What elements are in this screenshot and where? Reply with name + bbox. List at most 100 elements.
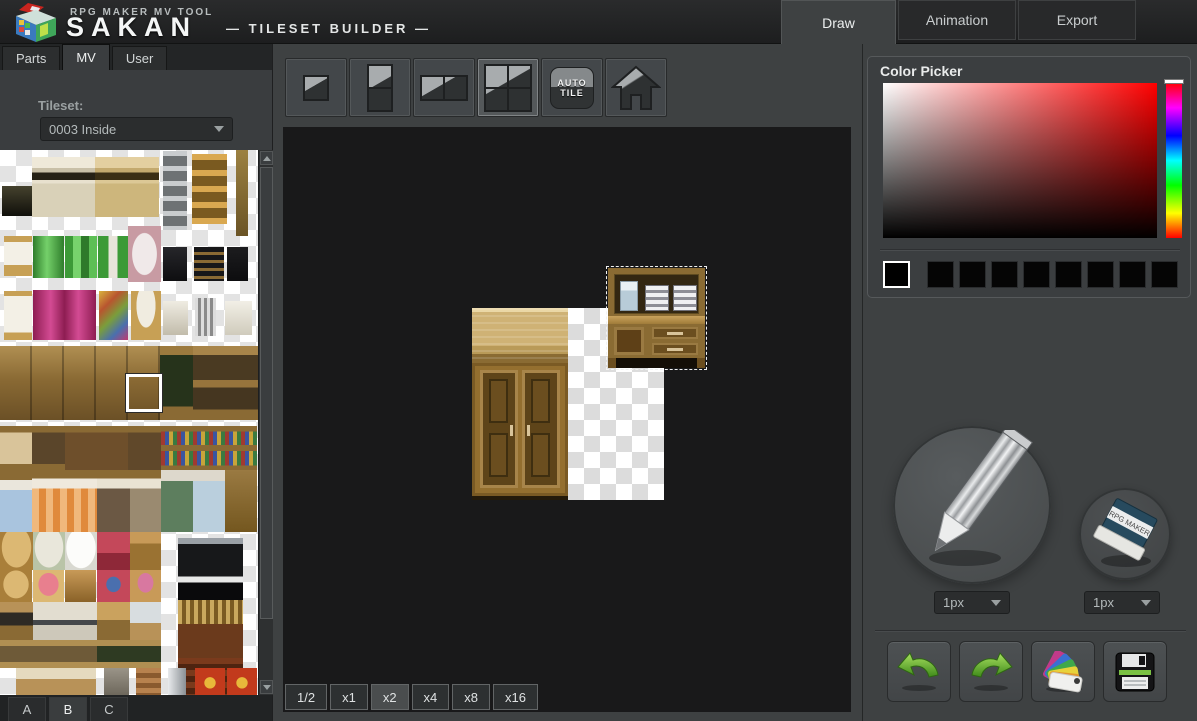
zoom-button-x1[interactable]: x1 <box>330 684 368 710</box>
toolbar-button-tile-1x2[interactable] <box>349 58 411 117</box>
zoom-button-x2[interactable]: x2 <box>371 684 409 710</box>
color-swatch[interactable] <box>1119 261 1146 288</box>
palette-tile-curtain-green-c[interactable] <box>98 236 128 278</box>
palette-tile-organ-pipes[interactable] <box>178 600 243 660</box>
palette-tile-table-round-wood[interactable] <box>0 532 33 570</box>
palette-tile-window-tall[interactable] <box>4 291 32 340</box>
palette-tile-rope-dark-tile[interactable] <box>227 247 248 281</box>
palette-tile-window-wood[interactable] <box>4 236 32 276</box>
eraser-tool-button[interactable]: RPG MAKER <box>1079 488 1171 580</box>
palette-tile-shelf-toys[interactable] <box>65 426 128 471</box>
color-swatch[interactable] <box>1023 261 1050 288</box>
scroll-up-button[interactable] <box>260 151 273 165</box>
palette-tile-bracket-shelf[interactable] <box>163 301 188 335</box>
eraser-size-dropdown[interactable]: 1px <box>1084 591 1160 614</box>
palette-tile-counter-mirror[interactable] <box>130 602 161 640</box>
palette-tile-bed-blue[interactable] <box>0 470 32 532</box>
palette-tile-bed-pale-blue[interactable] <box>193 470 225 532</box>
undo-button[interactable] <box>887 641 951 702</box>
color-swatch[interactable] <box>991 261 1018 288</box>
palette-tile-tall-cabinet-door[interactable] <box>225 470 257 532</box>
palette-tile-shelf-goods[interactable] <box>32 426 65 471</box>
color-swatch[interactable] <box>1151 261 1178 288</box>
palette-tile-pillar-stone[interactable] <box>104 668 129 695</box>
palette-tile-stained-glass[interactable] <box>99 291 128 340</box>
pencil-size-dropdown[interactable]: 1px <box>934 591 1010 614</box>
palette-tab-parts[interactable]: Parts <box>2 46 60 70</box>
palette-tile-shelf-bar-b[interactable] <box>97 640 161 668</box>
tileset-dropdown[interactable]: 0003 Inside <box>40 117 233 141</box>
toolbar-button-tile-1x1[interactable] <box>285 58 347 117</box>
palette-tile-dark-window[interactable] <box>2 186 32 216</box>
palette-tile-counter-stove[interactable] <box>0 602 33 640</box>
palette-tile-bookshelf-cream[interactable] <box>32 157 95 217</box>
palette-tile-shelf-bread[interactable] <box>0 426 32 471</box>
scroll-down-button[interactable] <box>260 680 273 694</box>
palette-tile-ladder-wood-dark-tile[interactable] <box>194 247 224 281</box>
palette-tile-table-cloth-sage[interactable] <box>33 532 65 570</box>
header-tab-draw[interactable]: Draw <box>781 0 896 44</box>
scrollbar-thumb[interactable] <box>260 167 273 619</box>
palette-scrollbar[interactable] <box>258 150 273 695</box>
palette-tile-table-flowers[interactable] <box>130 570 161 602</box>
color-palette-button[interactable] <box>1031 641 1095 702</box>
palette-tile-shelf-bottles-green[interactable] <box>160 346 193 420</box>
tile-palette[interactable] <box>0 150 258 695</box>
toolbar-button-house[interactable] <box>605 58 667 117</box>
palette-tile-table-round-white[interactable] <box>65 532 97 570</box>
redo-button[interactable] <box>959 641 1023 702</box>
palette-page-tab-b[interactable]: B <box>49 697 87 721</box>
palette-tile-coil-spring[interactable] <box>195 298 216 336</box>
palette-tile-curtain-green-a[interactable] <box>33 236 64 278</box>
color-swatch[interactable] <box>1087 261 1114 288</box>
palette-tile-table-wood-sq[interactable] <box>130 532 161 570</box>
zoom-button-1-2[interactable]: 1/2 <box>285 684 327 710</box>
palette-tile-bookshelf-tan[interactable] <box>95 157 159 217</box>
header-tab-animation[interactable]: Animation <box>898 0 1016 40</box>
palette-tile-shelf-cans[interactable] <box>128 426 161 471</box>
palette-tile-table-red-cloth[interactable] <box>97 532 130 570</box>
palette-tile-window-arch[interactable] <box>131 291 161 340</box>
palette-tile-piano-black[interactable] <box>178 538 243 600</box>
palette-tile-mirror-ornate[interactable] <box>128 226 161 282</box>
selection-marquee[interactable] <box>606 266 707 370</box>
color-swatch[interactable] <box>959 261 986 288</box>
color-swatch[interactable] <box>927 261 954 288</box>
palette-tile-shelf-plain[interactable] <box>225 301 252 335</box>
placed-tile-wardrobe[interactable] <box>472 308 568 500</box>
zoom-button-x4[interactable]: x4 <box>412 684 450 710</box>
zoom-button-x16[interactable]: x16 <box>493 684 538 710</box>
palette-tile-ladder-wood[interactable] <box>192 154 227 224</box>
palette-tab-mv[interactable]: MV <box>62 44 110 70</box>
toolbar-button-tile-2x2[interactable] <box>477 58 539 117</box>
hue-strip[interactable] <box>1166 83 1182 238</box>
toolbar-button-tile-2x1[interactable] <box>413 58 475 117</box>
drawing-canvas[interactable]: 1/2x1x2x4x8x16 <box>283 127 851 712</box>
palette-tile-cylinder-metal[interactable] <box>168 668 186 695</box>
palette-tile-curtain-magenta[interactable] <box>33 290 96 340</box>
palette-tile-stool-wood[interactable] <box>65 570 96 602</box>
palette-tile-table-small[interactable] <box>0 570 32 602</box>
pencil-tool-button[interactable] <box>893 426 1051 584</box>
palette-tile-shelf-pantry[interactable] <box>193 346 258 420</box>
palette-tile-table-cake-pink[interactable] <box>33 570 64 602</box>
header-tab-export[interactable]: Export <box>1018 0 1136 40</box>
palette-tile-table-plate-blue[interactable] <box>97 570 130 602</box>
palette-tile-rope-hook[interactable] <box>236 150 248 236</box>
palette-tile-bed-brown[interactable] <box>97 470 130 532</box>
palette-tile-banner-red-b[interactable] <box>227 668 257 695</box>
zoom-button-x8[interactable]: x8 <box>452 684 490 710</box>
hue-cursor[interactable] <box>1164 79 1184 84</box>
palette-tile-pillar-brick[interactable] <box>136 668 161 695</box>
palette-tile-shelf-bar-a[interactable] <box>0 640 97 668</box>
color-swatch[interactable] <box>1055 261 1082 288</box>
palette-tab-user[interactable]: User <box>112 46 167 70</box>
palette-tile-ladder-dark-tile[interactable] <box>163 247 187 281</box>
palette-tile-curtain-green-b[interactable] <box>65 236 97 278</box>
saturation-value-gradient[interactable] <box>883 83 1157 238</box>
palette-page-tab-a[interactable]: A <box>8 697 46 721</box>
palette-tile-bookshelf-color-books[interactable] <box>161 426 257 471</box>
palette-tile-sleeping-bag-green[interactable] <box>161 470 193 532</box>
palette-tile-counter-board[interactable] <box>97 602 130 640</box>
palette-page-tab-c[interactable]: C <box>90 697 128 721</box>
